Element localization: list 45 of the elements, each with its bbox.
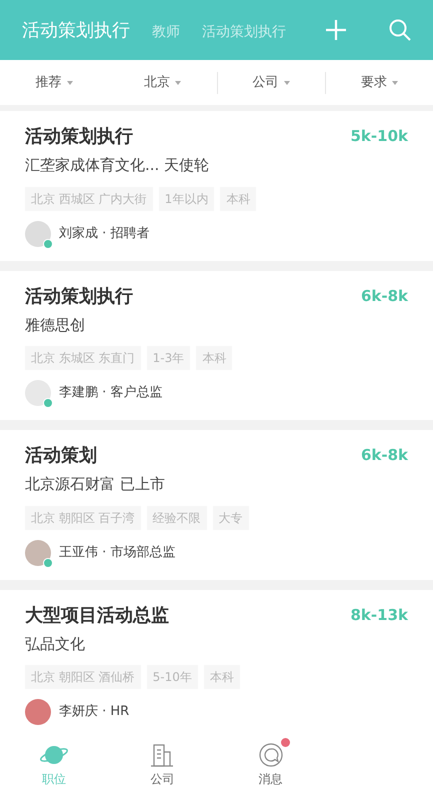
filter-dropdown[interactable]: 要求 [324, 72, 433, 94]
caret-icon [284, 80, 290, 84]
job-tag: 北京 朝阳区 百子湾 [25, 506, 141, 530]
job-tag: 本科 [196, 346, 232, 370]
company-name: 雅德思创 [25, 314, 85, 336]
nav-tab[interactable]: 消息 [216, 734, 325, 796]
job-tag: 本科 [204, 665, 240, 689]
recruiter-name: 王亚伟 · 市场部总监 [59, 544, 176, 562]
job-card[interactable]: 活动策划执行 6k-8k 雅德思创 北京 东城区 东直门 1-3年 本科 李建鹏 · 客户总监 [0, 270, 433, 420]
job-card[interactable]: 活动策划执行 5k-10k 汇垄家成体育文化... 天使轮 北京 西城区 广内大街 1年以内 本科 刘家成 · 招聘者 [0, 111, 433, 260]
job-tag: 经验不限 [146, 506, 207, 530]
job-title: 活动策划执行 [25, 284, 133, 308]
job-card[interactable]: 活动策划 6k-8k 北京源石财富 已上市 北京 朝阳区 百子湾 经验不限 大专 王亚伟 · 市场部总监 [0, 430, 433, 580]
recruiter-name: 李建鹏 · 客户总监 [59, 384, 162, 402]
job-tag: 1年以内 [158, 186, 214, 210]
recruiter-name: 刘家成 · 招聘者 [59, 224, 150, 243]
company-name: 汇垄家成体育文化... 天使轮 [25, 155, 210, 176]
job-tag: 大专 [212, 506, 249, 530]
caret-icon [66, 80, 73, 84]
caret-icon [392, 80, 398, 84]
salary: 6k-8k [360, 445, 408, 466]
job-tag: 北京 朝阳区 酒仙桥 [25, 665, 141, 689]
filter-dropdown[interactable]: 公司 [216, 72, 325, 94]
salary: 6k-8k [360, 286, 408, 307]
company-name: 北京源石财富 已上市 [25, 474, 165, 495]
job-title: 大型项目活动总监 [25, 604, 169, 628]
avatar [25, 699, 51, 725]
job-tag: 1-3年 [146, 346, 190, 370]
filter-dropdown[interactable]: 北京 [108, 72, 216, 94]
job-card[interactable]: 大型项目活动总监 8k-13k 弘品文化 北京 朝阳区 酒仙桥 5-10年 本科 李妍庆 · HR [0, 590, 433, 734]
job-tag: 北京 西城区 广内大街 [25, 186, 153, 210]
nav-tab[interactable]: 公司 [108, 734, 216, 796]
salary: 8k-13k [350, 604, 408, 626]
job-tag: 北京 东城区 东直门 [25, 346, 141, 370]
job-tag: 本科 [220, 186, 256, 210]
job-title: 活动策划 [25, 444, 97, 468]
add-icon[interactable] [325, 19, 347, 41]
job-title: 活动策划执行 [25, 125, 133, 149]
search-icon[interactable] [389, 19, 411, 41]
filter-dropdown[interactable]: 推荐 [0, 72, 108, 94]
company-name: 弘品文化 [25, 634, 85, 654]
recruiter-name: 李妍庆 · HR [59, 703, 130, 722]
caret-icon [174, 80, 181, 84]
salary: 5k-10k [350, 126, 408, 148]
job-tag: 5-10年 [146, 665, 198, 689]
